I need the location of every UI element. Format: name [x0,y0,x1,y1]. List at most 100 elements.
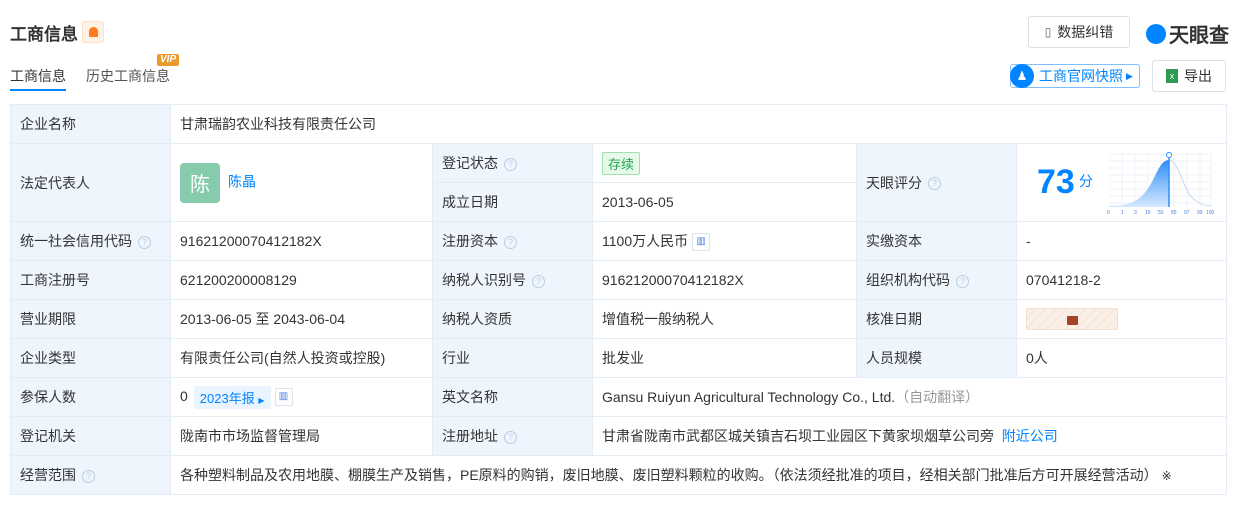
logo-icon [1146,23,1166,44]
taxpayer-id: 91621200070412182X [592,260,857,300]
chart-icon[interactable]: ▥ [692,233,711,252]
help-icon[interactable]: ? [82,469,95,483]
table-row: 经营范围? 各种塑料制品及农用地膜、棚膜生产及销售，PE原料的购销，废旧地膜、废… [10,455,1227,495]
company-name-label: 企业名称 [10,104,171,144]
company-name: 甘肃瑞韵农业科技有限责任公司 [170,104,1227,144]
tick: 3 [1134,210,1137,216]
status-label-cell: 登记状态? [432,143,593,183]
credit-code-label-cell: 统一社会信用代码? [10,221,171,261]
staff: 0人 [1016,338,1227,378]
score-unit: 分 [1078,173,1093,190]
scope-label: 经营范围 [20,467,76,483]
tick: 1 [1121,210,1124,216]
staff-label: 人员规模 [856,338,1017,378]
reg-capital-label: 注册资本 [442,233,498,249]
distribution-tail [1168,159,1212,207]
reg-capital-cell: 1100万人民币 ▥ [592,221,857,261]
nearby-companies-link[interactable]: 附近公司 [1002,428,1058,444]
type-label: 企业类型 [10,338,171,378]
industry: 批发业 [592,338,857,378]
credit-code-label: 统一社会信用代码 [20,233,132,249]
score-value: 73 [1037,163,1075,201]
tab-business-info[interactable]: 工商信息 [10,66,66,86]
insured-label: 参保人数 [10,377,171,417]
auto-translate-note: （自动翻译） [895,389,980,405]
help-icon[interactable]: ? [504,157,517,171]
legal-rep-link[interactable]: 陈晶 [228,173,256,189]
business-info-table: 企业名称 甘肃瑞韵农业科技有限责任公司 法定代表人 陈陈晶 登记状态? 存续 天… [10,104,1227,495]
tick: 50 [1158,210,1164,216]
status-cell: 存续 [592,143,857,183]
tick: 0 [1107,210,1110,216]
address-label: 注册地址 [442,428,498,444]
tick: 85 [1171,210,1177,216]
section-title: 工商信息 [10,25,78,44]
founded-date: 2013-06-05 [592,182,857,222]
bell-icon[interactable] [82,21,104,43]
legal-rep-cell: 陈陈晶 [170,143,433,222]
en-name-cell: Gansu Ruiyun Agricultural Technology Co.… [592,377,1227,417]
caret-right-icon: ▶ [1126,70,1133,81]
score-cell[interactable]: 73 分 0 1 3 15 50 85 97 99 100 [1016,143,1227,222]
snapshot-label: 工商官网快照 [1039,68,1123,84]
help-icon[interactable]: ? [532,274,545,288]
table-row: 统一社会信用代码? 91621200070412182X 注册资本? 1100万… [10,221,1227,261]
status-badge: 存续 [602,151,641,175]
logo-text: 天眼查 [1169,25,1229,47]
table-row: 登记机关 陇南市市场监督管理局 注册地址? 甘肃省陇南市武都区城关镇吉石坝工业园… [10,416,1227,456]
credit-code: 91621200070412182X [170,221,433,261]
active-tab-indicator [10,89,66,91]
scope-cell: 各种塑料制品及农用地膜、棚膜生产及销售，PE原料的购销，废旧地膜、废旧塑料颗粒的… [170,455,1227,495]
table-row: 法定代表人 陈陈晶 登记状态? 存续 天眼评分? 73 分 0 1 3 15 50 85 97… [10,143,1227,222]
tick: 100 [1206,210,1215,216]
reg-capital-label-cell: 注册资本? [432,221,593,261]
tianyancha-logo[interactable]: 天眼查 [1146,19,1229,48]
reg-no: 621200200008129 [170,260,433,300]
taxpayer-type: 增值税一般纳税人 [592,299,857,339]
report-label: 2023年报 [199,390,255,406]
tick: 97 [1184,210,1190,216]
official-snapshot-button[interactable]: ♟ 工商官网快照 ▶ [1010,63,1140,88]
company-type: 有限责任公司(自然人投资或控股) [170,338,433,378]
taxpayer-type-label: 纳税人资质 [432,299,593,339]
paid-capital: - [1016,221,1227,261]
org-code: 07041218-2 [1016,260,1227,300]
org-code-label: 组织机构代码 [866,272,950,288]
legal-rep-label: 法定代表人 [10,143,171,222]
scope-mark: ※ [1161,469,1172,483]
help-icon[interactable]: ? [138,235,151,249]
paid-capital-label: 实缴资本 [856,221,1017,261]
help-icon[interactable]: ? [956,274,969,288]
score-distribution-chart: 0 1 3 15 50 85 97 99 100 [1107,152,1215,216]
tick: 99 [1197,210,1203,216]
org-code-label-cell: 组织机构代码? [856,260,1017,300]
insured-cell: 0 2023年报 ▶ ▥ [170,377,433,417]
data-correction-button[interactable]: ▯ 数据纠错 [1028,16,1130,48]
lock-icon [1066,316,1078,325]
table-row: 营业期限 2013-06-05 至 2043-06-04 纳税人资质 增值税一般… [10,299,1227,339]
approved-cell [1016,299,1227,339]
export-button[interactable]: x 导出 [1152,60,1226,92]
score-ticks: 0 1 3 15 50 85 97 99 100 [1107,210,1215,216]
reg-no-label: 工商注册号 [10,260,171,300]
help-icon[interactable]: ? [504,235,517,249]
taxpayer-id-label: 纳税人识别号 [442,272,526,288]
table-row: 工商注册号 621200200008129 纳税人识别号? 9162120007… [10,260,1227,300]
help-icon[interactable]: ? [928,177,941,191]
business-scope: 各种塑料制品及农用地膜、棚膜生产及销售，PE原料的购销，废旧地膜、废旧塑料颗粒的… [180,467,1158,483]
help-icon[interactable]: ? [504,430,517,444]
stamp-icon: ♟ [1010,63,1034,88]
locked-value[interactable] [1026,308,1118,330]
export-label: 导出 [1184,68,1212,84]
en-name-label: 英文名称 [432,377,593,417]
term: 2013-06-05 至 2043-06-04 [170,299,433,339]
avatar: 陈 [180,162,220,203]
approved-label: 核准日期 [856,299,1017,339]
vip-badge: VIP [157,54,180,66]
tab-history-info[interactable]: 历史工商信息 [86,66,170,86]
chart-icon[interactable]: ▥ [274,388,293,406]
tick: 15 [1145,210,1151,216]
taxpayer-id-label-cell: 纳税人识别号? [432,260,593,300]
annual-report-button[interactable]: 2023年报 ▶ [193,385,271,409]
score-label-cell: 天眼评分? [856,143,1017,222]
